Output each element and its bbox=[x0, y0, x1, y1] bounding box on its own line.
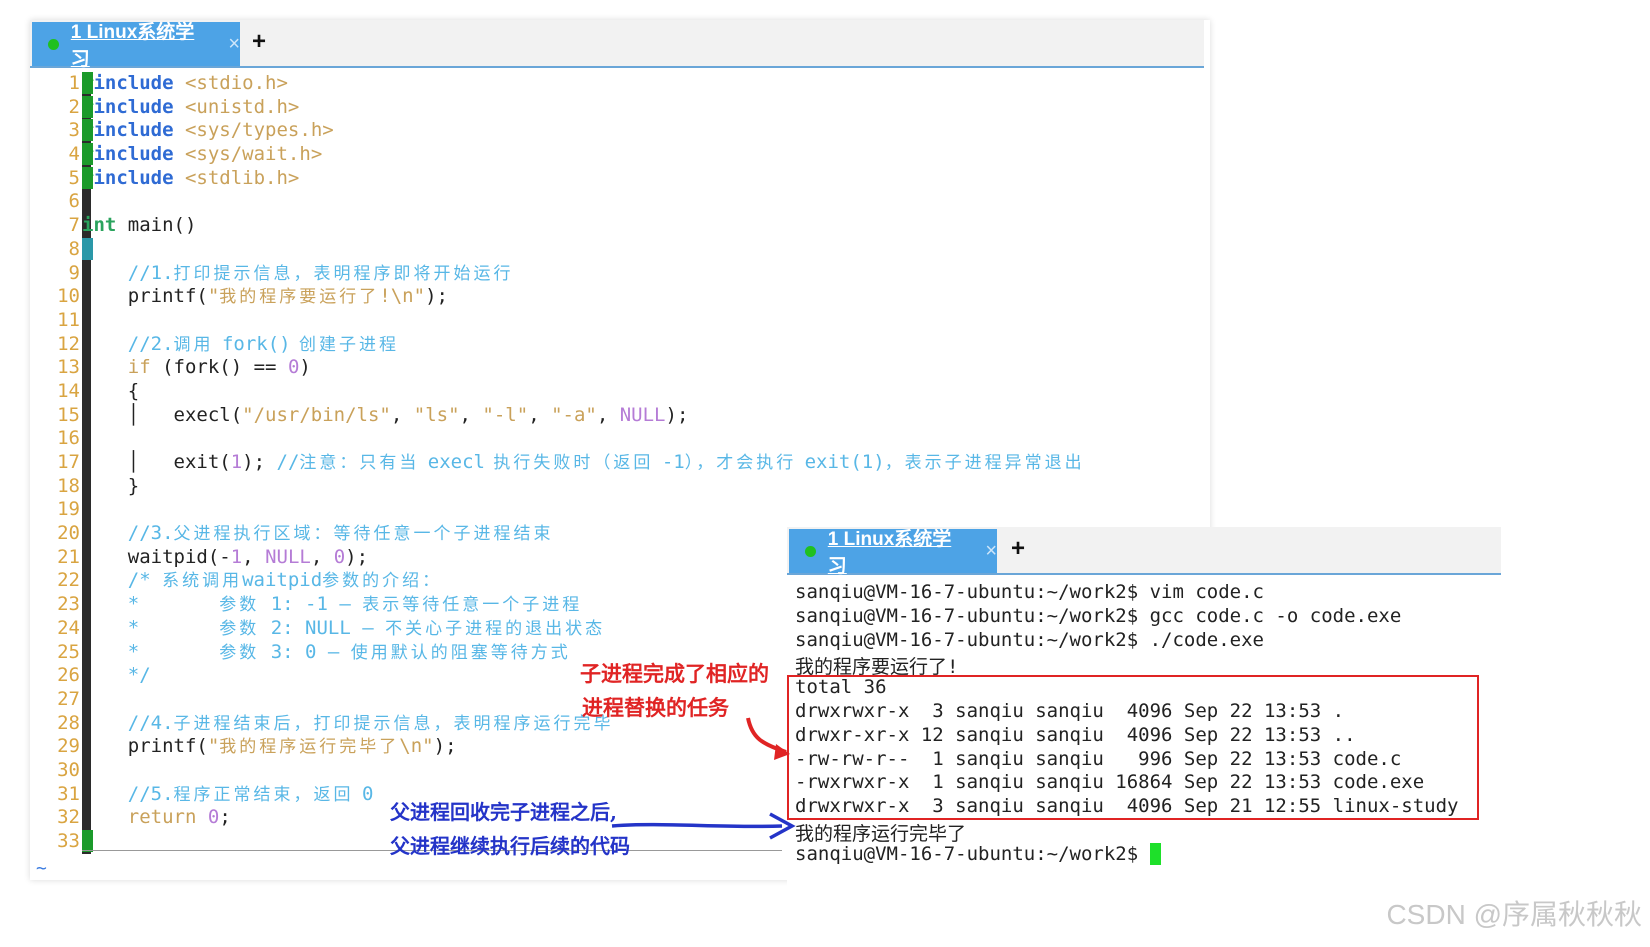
blue-arrow-icon bbox=[611, 822, 783, 829]
red-arrowhead-icon bbox=[774, 744, 790, 760]
watermark: CSDN @序属秋秋秋 bbox=[1386, 899, 1642, 930]
annotation-arrows bbox=[611, 717, 796, 840]
red-arrow-icon bbox=[746, 717, 787, 754]
